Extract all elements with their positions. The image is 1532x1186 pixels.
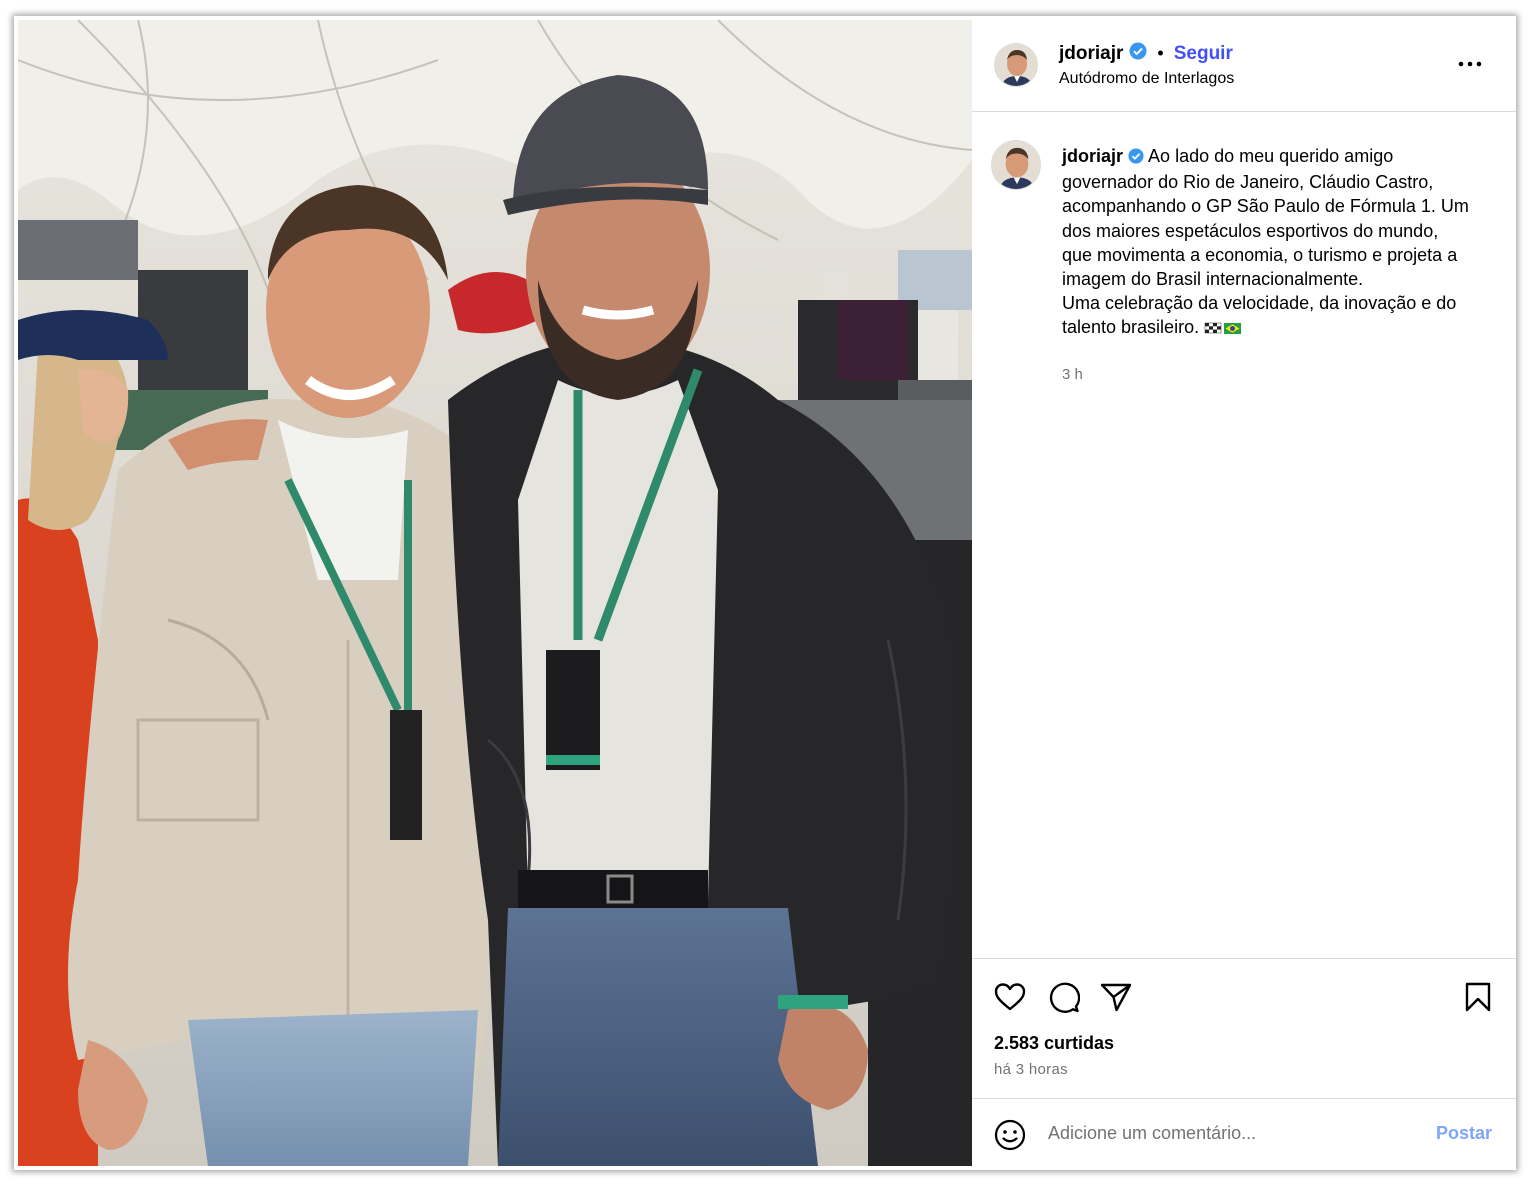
location-link[interactable]: Autódromo de Interlagos [1059, 70, 1234, 88]
heart-icon[interactable] [992, 979, 1028, 1015]
bookmark-icon[interactable] [1460, 979, 1496, 1015]
caption-username[interactable]: jdoriajr [1062, 146, 1123, 166]
verified-badge-icon [1128, 146, 1144, 170]
comment-icon[interactable] [1046, 979, 1082, 1015]
caption-line: governador do Rio de Janeiro, Cláudio Ca… [1062, 172, 1434, 193]
emoji-icon[interactable] [992, 1117, 1028, 1153]
post-sidebar: jdoriajr • Seguir Autódromo de Interlago… [972, 16, 1516, 1170]
follow-button[interactable]: Seguir [1174, 43, 1233, 65]
caption-line: dos maiores espetáculos esportivos do mu… [1062, 220, 1439, 241]
comment-bar: Adicione um comentário... Postar [972, 1098, 1516, 1170]
separator-dot: • [1157, 43, 1164, 63]
posted-ago: há 3 horas [994, 1061, 1068, 1078]
caption-line: imagem do Brasil internacionalmente. [1062, 269, 1364, 290]
caption-avatar[interactable] [991, 140, 1041, 190]
caption-line: Uma celebração da velocidade, da inovaçã… [1062, 293, 1457, 314]
caption-line: que movimenta a economia, o turismo e pr… [1062, 244, 1458, 265]
caption-line: acompanhando o GP São Paulo de Fórmula 1… [1062, 196, 1469, 217]
caption-line: talento brasileiro. [1062, 317, 1200, 338]
caption-time: 3 h [1062, 366, 1083, 383]
likes-count[interactable]: 2.583 curtidas [994, 1033, 1114, 1054]
caption-line: Ao lado do meu querido amigo [1148, 146, 1394, 166]
post-modal: jdoriajr • Seguir Autódromo de Interlago… [14, 16, 1516, 1170]
avatar[interactable] [994, 43, 1038, 87]
brazil-flag-icon [1224, 323, 1242, 335]
share-icon[interactable] [1098, 979, 1134, 1015]
action-bar: 2.583 curtidas há 3 horas [972, 958, 1516, 1108]
more-options-icon[interactable] [1450, 44, 1490, 84]
comment-input[interactable]: Adicione um comentário... [1048, 1123, 1256, 1144]
verified-badge-icon [1129, 42, 1147, 65]
post-photo[interactable] [18, 20, 972, 1166]
post-header: jdoriajr • Seguir Autódromo de Interlago… [972, 16, 1516, 112]
caption-text: jdoriajr Ao lado do meu querido amigo go… [1062, 144, 1502, 342]
username[interactable]: jdoriajr [1059, 43, 1123, 65]
caption-emoji [1204, 317, 1242, 341]
post-comment-button[interactable]: Postar [1436, 1123, 1492, 1144]
checkered-flag-icon [1204, 323, 1222, 334]
